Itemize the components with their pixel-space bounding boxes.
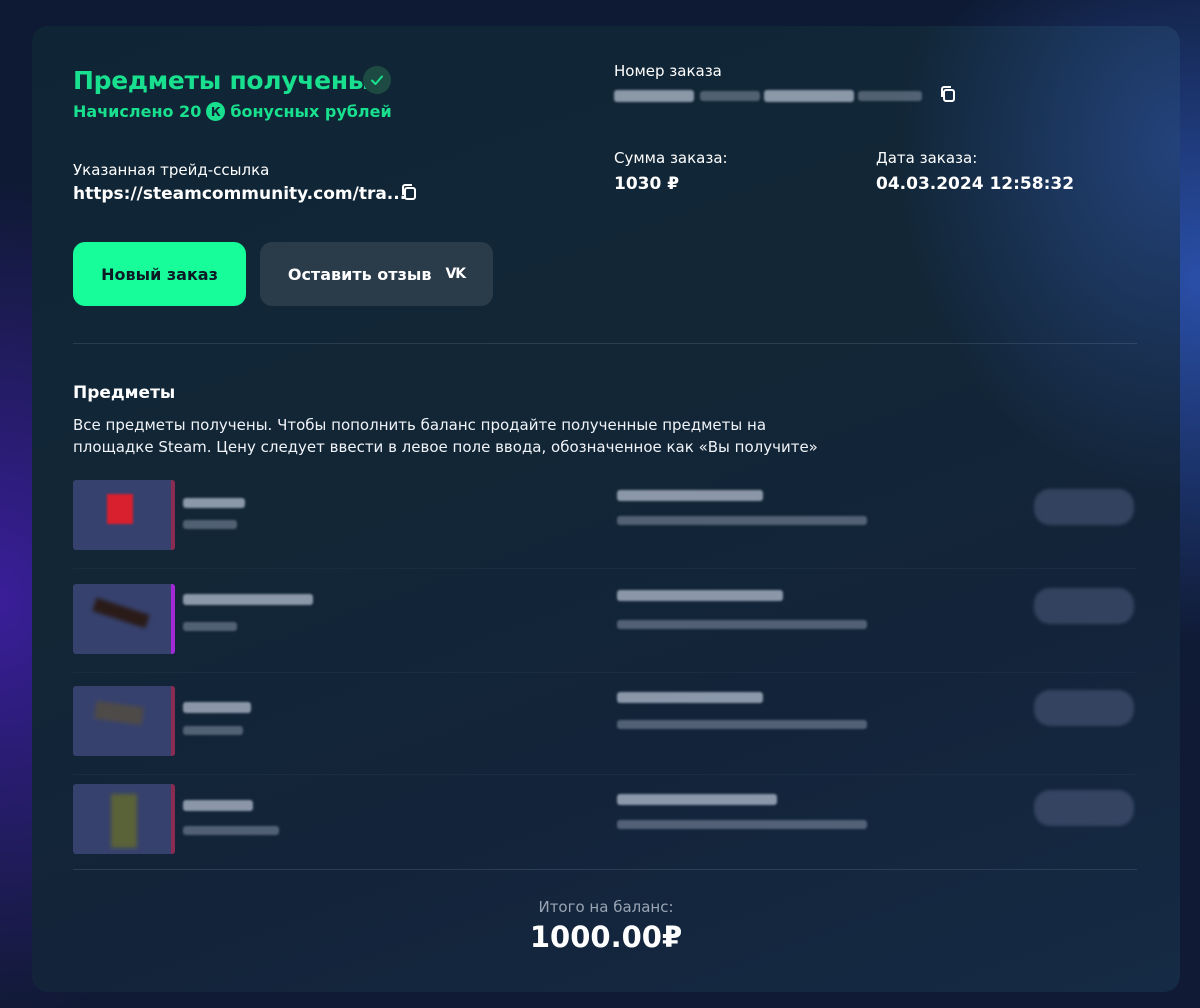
item-thumbnail [73,480,175,550]
item-row [73,584,1137,673]
item-action-button[interactable] [1034,790,1134,826]
copy-trade-link-icon[interactable] [399,182,419,202]
bonus-text: Начислено 20 К бонусных рублей [73,102,392,121]
item-action-button[interactable] [1034,489,1134,525]
copy-order-number-icon[interactable] [938,84,958,104]
order-date-label: Дата заказа: [876,149,978,167]
divider [73,343,1137,344]
bonus-prefix: Начислено 20 [73,102,202,121]
trade-link-label: Указанная трейд-ссылка [73,161,270,179]
divider [73,869,1137,870]
order-card: Предметы получены Начислено 20 К бонусны… [32,26,1180,992]
bonus-coin-icon: К [206,102,226,121]
item-row [73,784,1137,868]
agent-icon [111,794,137,848]
bonus-suffix: бонусных рублей [230,102,392,121]
trade-link-value: https://steamcommunity.com/tra... [73,184,407,204]
total-label: Итого на баланс: [538,898,674,916]
knife-icon [92,597,150,629]
pistol-icon [93,700,145,726]
items-section-title: Предметы [73,383,176,403]
vk-icon: VK [445,266,466,282]
item-action-button[interactable] [1034,690,1134,726]
sticker-icon [107,494,133,524]
item-thumbnail [73,784,175,854]
items-section-description: Все предметы получены. Чтобы пополнить б… [73,416,818,456]
new-order-button[interactable]: Новый заказ [73,242,246,306]
total-value: 1000.00₽ [529,920,683,954]
order-sum-value: 1030 ₽ [614,174,680,194]
item-row [73,480,1137,569]
order-sum-label: Сумма заказа: [614,149,728,167]
item-action-button[interactable] [1034,588,1134,624]
order-number-value-redacted [614,86,934,106]
order-number-label: Номер заказа [614,62,722,80]
leave-review-button[interactable]: Оставить отзыв VK [260,242,493,306]
status-title: Предметы получены [73,66,371,95]
order-date-value: 04.03.2024 12:58:32 [876,174,1075,194]
check-icon [363,66,391,94]
item-row [73,686,1137,775]
leave-review-label: Оставить отзыв [287,264,432,284]
item-thumbnail [73,686,175,756]
item-thumbnail [73,584,175,654]
